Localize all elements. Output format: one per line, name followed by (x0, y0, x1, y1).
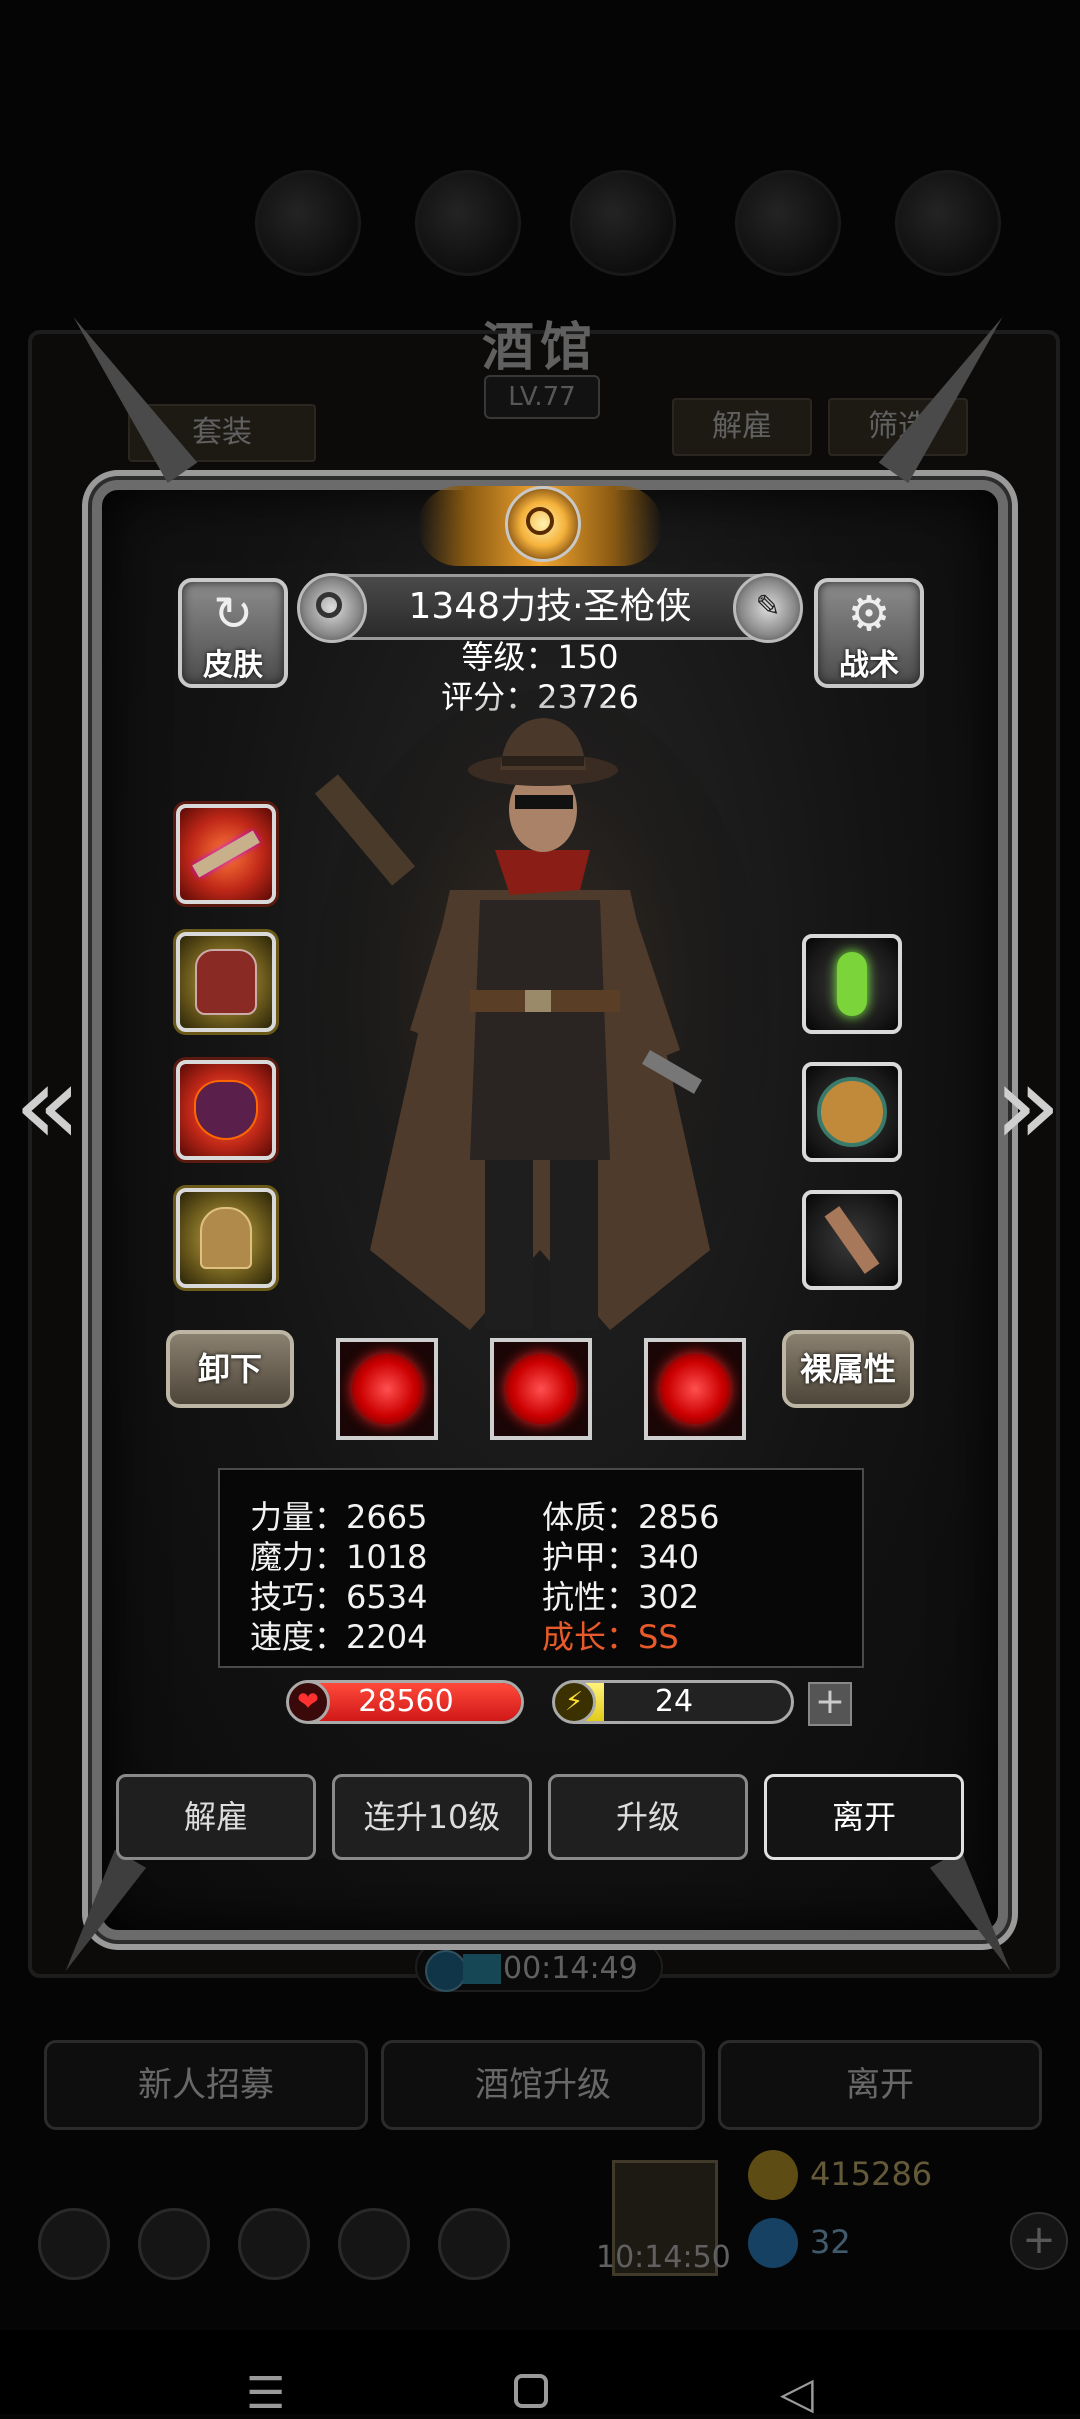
gear-icon: ⚙ (847, 586, 891, 642)
unequip-button[interactable]: 卸下 (166, 1330, 294, 1408)
level-up-10-button[interactable]: 连升10级 (332, 1774, 532, 1860)
clock-text: 10:14:50 (596, 2240, 731, 2275)
skin-button[interactable]: ↻ 皮肤 (178, 578, 288, 688)
tactics-label: 战术 (839, 648, 899, 683)
stat-speed: 速度：2204 (250, 1618, 428, 1656)
next-hero-arrow-icon[interactable]: » (994, 1050, 1061, 1160)
relic-slot[interactable] (802, 1062, 902, 1162)
slingshot-icon (824, 1206, 880, 1274)
skill-slot-1[interactable] (336, 1338, 438, 1440)
bg-leave-button: 离开 (718, 2040, 1042, 2130)
skin-label: 皮肤 (203, 648, 263, 683)
stat-growth: 成长：SS (542, 1618, 679, 1656)
bottom-menu-icon (238, 2208, 310, 2280)
bottom-menu-icon (438, 2208, 510, 2280)
bottom-menu-icon (138, 2208, 210, 2280)
skill-slot-2[interactable] (490, 1338, 592, 1440)
crosshair-skill-icon (352, 1354, 422, 1424)
coin-amount: 415286 (810, 2155, 933, 2193)
top-menu-icon (735, 170, 841, 276)
sun-emblem-icon (505, 486, 581, 562)
top-menu-icon (255, 170, 361, 276)
add-energy-button[interactable]: + (808, 1682, 852, 1726)
back-nav-icon[interactable]: ◁ (780, 2372, 814, 2416)
timer-progress (463, 1954, 501, 1984)
bg-dismiss-button: 解雇 (672, 398, 812, 456)
tavern-title: 酒馆 (481, 317, 598, 378)
top-menu-icon (415, 170, 521, 276)
shirt-icon: ↻ (212, 586, 254, 642)
gem-amount: 32 (810, 2223, 851, 2261)
base-attributes-button[interactable]: 裸属性 (782, 1330, 914, 1408)
weapon-slot[interactable] (176, 804, 276, 904)
tool-slot[interactable] (802, 1190, 902, 1290)
target-skill-icon (660, 1354, 730, 1424)
timer-icon (425, 1950, 467, 1992)
armor-slot[interactable] (176, 932, 276, 1032)
bottom-menu-icon (38, 2208, 110, 2280)
hero-stats-panel: 力量：2665 魔力：1018 技巧：6534 速度：2204 体质：2856 … (218, 1468, 864, 1668)
armor-icon (195, 949, 257, 1015)
tavern-level: LV.77 (484, 375, 600, 419)
heart-icon: ❤ (286, 1680, 330, 1724)
green-crystal-icon (837, 952, 867, 1016)
menu-nav-icon[interactable]: ☰ (246, 2372, 285, 2416)
accessory-slot[interactable] (176, 1060, 276, 1160)
gem-slot[interactable] (802, 934, 902, 1034)
top-menu-icon (570, 170, 676, 276)
previous-hero-arrow-icon[interactable]: « (14, 1050, 81, 1160)
add-icon: + (1010, 2212, 1068, 2270)
tavern-upgrade-button: 酒馆升级 (381, 2040, 705, 2130)
timer-text: 00:14:49 (503, 1951, 638, 1986)
home-nav-icon[interactable] (514, 2374, 548, 2408)
trinket-slot[interactable] (176, 1188, 276, 1288)
dismiss-button[interactable]: 解雇 (116, 1774, 316, 1860)
hero-name: 1348力技·圣枪侠 (408, 586, 692, 627)
rifle-icon (192, 830, 260, 878)
hero-name-bar: 1348力技·圣枪侠 ✎ (297, 573, 803, 643)
tavern-timer: 00:14:49 (415, 1942, 663, 1992)
skill-slot-3[interactable] (644, 1338, 746, 1440)
lightning-icon: ⚡ (552, 1680, 596, 1724)
leave-button[interactable]: 离开 (764, 1774, 964, 1860)
bottom-menu-icon (338, 2208, 410, 2280)
bell-icon (200, 1207, 252, 1269)
coin-icon (748, 2150, 798, 2200)
tactics-button[interactable]: ⚙ 战术 (814, 578, 924, 688)
gem-icon (748, 2218, 798, 2268)
recruit-button: 新人招募 (44, 2040, 368, 2130)
hero-character-portrait (310, 690, 770, 1350)
demon-mask-icon (194, 1080, 258, 1140)
top-menu-icon (895, 170, 1001, 276)
vortex-skill-icon (506, 1354, 576, 1424)
pocket-watch-icon (817, 1077, 887, 1147)
level-up-button[interactable]: 升级 (548, 1774, 748, 1860)
